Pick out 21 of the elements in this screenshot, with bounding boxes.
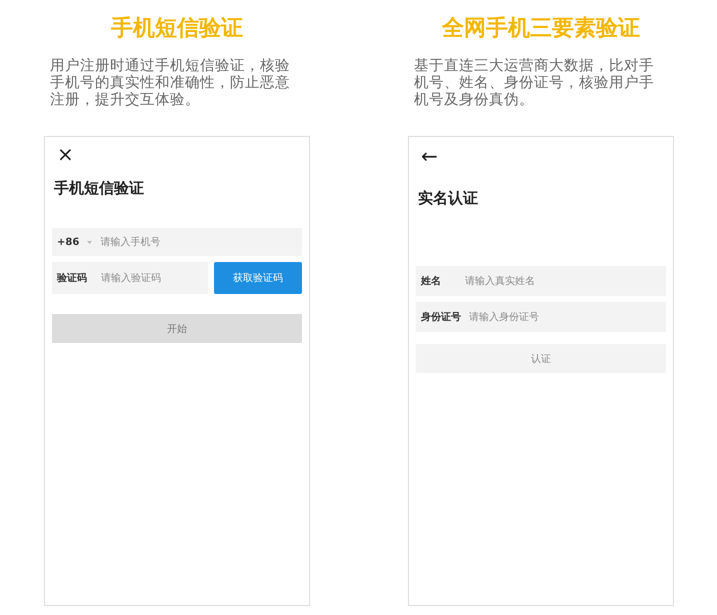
screen-heading: 实名认证 — [418, 189, 479, 208]
feature-description: 基于直连三大运营商大数据，比对手机号、姓名、身份证号，核验用户手机号及身份真伪。 — [414, 58, 655, 110]
caret-icon[interactable] — [87, 240, 92, 244]
placeholder-text: 请输入身份证号 — [469, 310, 539, 324]
input-field[interactable]: +86 请输入手机号 — [52, 228, 302, 256]
field-label: 验证码 — [57, 272, 88, 285]
feature-title: 全网手机三要素验证 — [442, 15, 640, 43]
field-label: 身份证号 — [421, 310, 461, 324]
screen-heading: 手机短信验证 — [54, 179, 145, 198]
country-code[interactable]: +86 — [57, 236, 80, 248]
feature-description: 用户注册时通过手机短信验证，核验手机号的真实性和准确性，防止恶意注册，提升交互体验。 — [50, 58, 291, 110]
nav-icon[interactable]: ← — [421, 145, 438, 167]
feature-title: 手机短信验证 — [111, 15, 243, 43]
placeholder-text: 请输入验证码 — [101, 272, 161, 285]
field-label: 姓名 — [421, 274, 442, 288]
placeholder-text: 请输入真实姓名 — [465, 274, 535, 288]
input-field[interactable]: 验证码 请输入验证码 — [52, 262, 208, 294]
placeholder-text: 请输入手机号 — [100, 236, 160, 249]
nav-icon[interactable]: × — [57, 143, 74, 165]
input-field[interactable]: 身份证号 请输入身份证号 — [416, 302, 666, 332]
input-field[interactable]: 姓名 请输入真实姓名 — [416, 266, 666, 296]
